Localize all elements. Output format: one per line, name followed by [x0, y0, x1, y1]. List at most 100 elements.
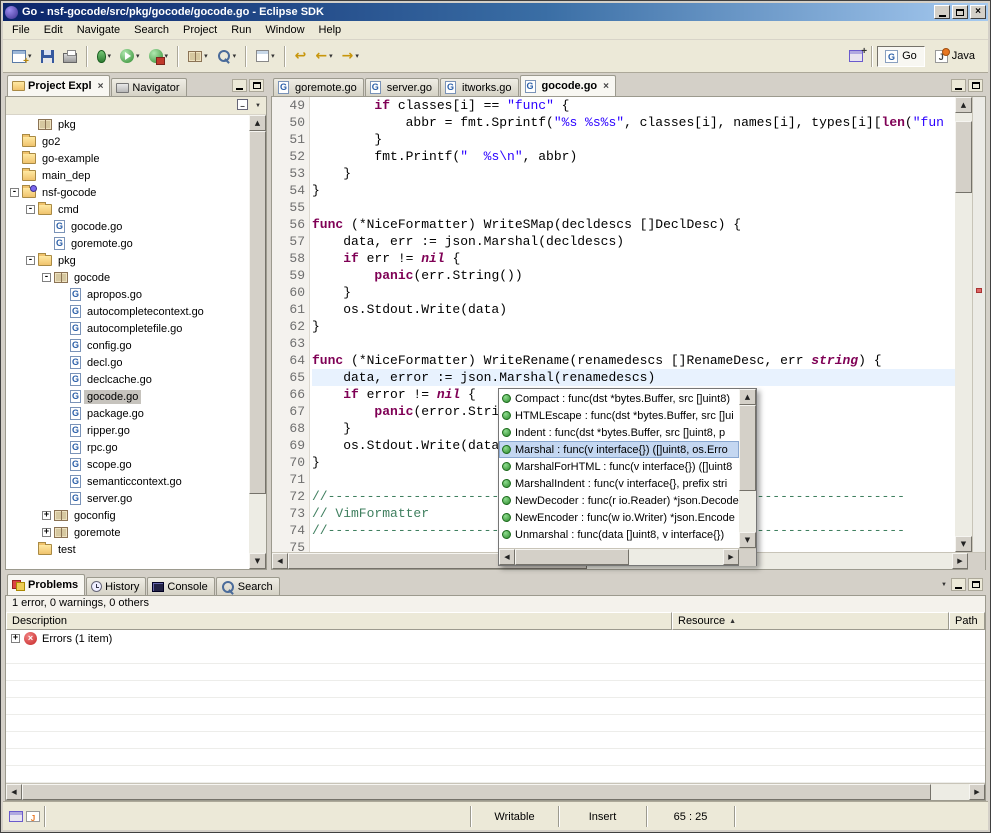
- tree-item-ripper-go[interactable]: Gripper.go: [6, 422, 249, 439]
- tree-item-apropos-go[interactable]: Gapropos.go: [6, 286, 249, 303]
- completion-item-newdecoder[interactable]: NewDecoder : func(r io.Reader) *json.Dec…: [499, 492, 739, 509]
- collapse-icon[interactable]: -: [26, 205, 35, 214]
- tree-item-gocode-go[interactable]: Ggocode.go: [6, 388, 249, 405]
- code-line-60[interactable]: }: [312, 284, 955, 301]
- code-line-64[interactable]: func (*NiceFormatter) WriteRename(rename…: [312, 352, 955, 369]
- debug-button[interactable]: ▾: [93, 44, 116, 68]
- column-header-path[interactable]: Path: [949, 612, 985, 630]
- menu-window[interactable]: Window: [258, 22, 311, 38]
- popup-horizontal-scrollbar[interactable]: ◀ ▶: [499, 548, 756, 565]
- tree-item-package-go[interactable]: Gpackage.go: [6, 405, 249, 422]
- view-menu-button[interactable]: ▼: [939, 582, 949, 588]
- completion-item-compact[interactable]: Compact : func(dst *bytes.Buffer, src []…: [499, 390, 739, 407]
- editor-vertical-scrollbar[interactable]: ▲ ▼: [955, 97, 972, 552]
- titlebar[interactable]: Go - nsf-gocode/src/pkg/gocode/gocode.go…: [3, 3, 988, 21]
- scroll-up-button[interactable]: ▲: [955, 97, 972, 113]
- tree-item-goremote[interactable]: +goremote: [6, 524, 249, 541]
- panel-tab-console[interactable]: Console: [147, 577, 214, 595]
- code-line-58[interactable]: if err != nil {: [312, 250, 955, 267]
- problems-row-errors-1-item[interactable]: +×Errors (1 item): [6, 630, 985, 647]
- scroll-track[interactable]: [739, 405, 756, 532]
- scroll-down-button[interactable]: ▼: [955, 536, 972, 552]
- menu-help[interactable]: Help: [312, 22, 349, 38]
- back-button[interactable]: ←▾: [311, 44, 336, 68]
- code-line-55[interactable]: [312, 199, 955, 216]
- minimize-editor-button[interactable]: [951, 79, 966, 92]
- tree-item-semanticcontext-go[interactable]: Gsemanticcontext.go: [6, 473, 249, 490]
- panel-tab-history[interactable]: History: [86, 577, 146, 595]
- dropdown-arrow-icon[interactable]: ▾: [108, 52, 112, 60]
- completion-item-marshalforhtml[interactable]: MarshalForHTML : func(v interface{}) ([]…: [499, 458, 739, 475]
- expand-icon[interactable]: +: [11, 634, 20, 643]
- maximize-editor-button[interactable]: [968, 79, 983, 92]
- minimize-button[interactable]: [934, 5, 950, 19]
- tree-item-scope-go[interactable]: Gscope.go: [6, 456, 249, 473]
- completion-item-indent[interactable]: Indent : func(dst *bytes.Buffer, src []u…: [499, 424, 739, 441]
- scroll-track[interactable]: [22, 784, 969, 800]
- code-line-65[interactable]: data, error := json.Marshal(renamedescs): [312, 369, 955, 386]
- collapse-icon[interactable]: -: [26, 256, 35, 265]
- scroll-left-button[interactable]: ◀: [499, 549, 515, 565]
- error-marker[interactable]: [976, 288, 982, 293]
- menu-project[interactable]: Project: [176, 22, 224, 38]
- dropdown-arrow-icon[interactable]: ▾: [329, 52, 333, 60]
- tree-item-rpc-go[interactable]: Grpc.go: [6, 439, 249, 456]
- external-tools-button[interactable]: ▾: [145, 44, 173, 68]
- fast-view-button[interactable]: [9, 811, 23, 822]
- completion-item-newencoder[interactable]: NewEncoder : func(w io.Writer) *json.Enc…: [499, 509, 739, 526]
- minimize-view-button[interactable]: [232, 79, 247, 92]
- completion-item-marshal[interactable]: Marshal : func(v interface{}) ([]uint8, …: [499, 441, 739, 458]
- tree-item-gocode[interactable]: -gocode: [6, 269, 249, 286]
- popup-vertical-scrollbar[interactable]: ▲ ▼: [739, 389, 756, 548]
- maximize-view-button[interactable]: [249, 79, 264, 92]
- dropdown-arrow-icon[interactable]: ▾: [165, 52, 169, 60]
- menu-search[interactable]: Search: [127, 22, 176, 38]
- save-button[interactable]: [37, 44, 58, 68]
- code-line-56[interactable]: func (*NiceFormatter) WriteSMap(decldesc…: [312, 216, 955, 233]
- tree-item-autocompletefile-go[interactable]: Gautocompletefile.go: [6, 320, 249, 337]
- editor-tab-itworks-go[interactable]: Gitworks.go: [440, 78, 519, 96]
- scroll-left-button[interactable]: ◀: [6, 784, 22, 800]
- close-tab-icon[interactable]: ×: [98, 81, 104, 92]
- maximize-button[interactable]: [952, 5, 968, 19]
- code-line-59[interactable]: panic(err.String()): [312, 267, 955, 284]
- menu-edit[interactable]: Edit: [37, 22, 70, 38]
- tree-item-declcache-go[interactable]: Gdeclcache.go: [6, 371, 249, 388]
- code-line-57[interactable]: data, err := json.Marshal(decldescs): [312, 233, 955, 250]
- tree-item-main-dep[interactable]: main_dep: [6, 167, 249, 184]
- scroll-thumb[interactable]: [249, 131, 266, 494]
- dropdown-arrow-icon[interactable]: ▾: [355, 52, 359, 60]
- go-package-button[interactable]: ▾: [184, 44, 212, 68]
- code-line-62[interactable]: }: [312, 318, 955, 335]
- editor-tab-gocode-go[interactable]: Ggocode.go×: [520, 75, 616, 96]
- code-line-52[interactable]: fmt.Printf(" %s\n", abbr): [312, 148, 955, 165]
- scroll-up-button[interactable]: ▲: [249, 115, 266, 131]
- tree-item-autocompletecontext-go[interactable]: Gautocompletecontext.go: [6, 303, 249, 320]
- scroll-up-button[interactable]: ▲: [739, 389, 756, 405]
- expand-icon[interactable]: +: [42, 528, 51, 537]
- close-tab-icon[interactable]: ×: [603, 81, 609, 92]
- annotations-button[interactable]: ▾: [252, 44, 279, 68]
- view-menu-button[interactable]: ▼: [253, 103, 263, 109]
- panel-tab-problems[interactable]: Problems: [7, 574, 85, 595]
- new-wizard-button[interactable]: ▾: [8, 44, 36, 68]
- panel-tab-search[interactable]: Search: [216, 577, 280, 595]
- column-header-resource[interactable]: Resource▲: [672, 612, 949, 630]
- perspective-go[interactable]: Go: [877, 46, 925, 67]
- scroll-right-button[interactable]: ▶: [723, 549, 739, 565]
- tree-item-gocode-go[interactable]: Ggocode.go: [6, 218, 249, 235]
- overview-ruler[interactable]: [972, 97, 985, 552]
- tree-item-goremote-go[interactable]: Ggoremote.go: [6, 235, 249, 252]
- minimize-panel-button[interactable]: [951, 578, 966, 591]
- tree-item-config-go[interactable]: Gconfig.go: [6, 337, 249, 354]
- scroll-thumb[interactable]: [955, 121, 972, 193]
- scroll-track[interactable]: [515, 549, 723, 565]
- scroll-thumb[interactable]: [739, 405, 756, 491]
- dropdown-arrow-icon[interactable]: ▾: [204, 52, 208, 60]
- scroll-down-button[interactable]: ▼: [739, 532, 756, 548]
- collapse-all-button[interactable]: [237, 99, 248, 112]
- editor-tab-goremote-go[interactable]: Ggoremote.go: [273, 78, 364, 96]
- tree-item-pkg[interactable]: pkg: [6, 116, 249, 133]
- problems-horizontal-scrollbar[interactable]: ◀ ▶: [6, 783, 985, 800]
- scroll-right-button[interactable]: ▶: [952, 553, 968, 569]
